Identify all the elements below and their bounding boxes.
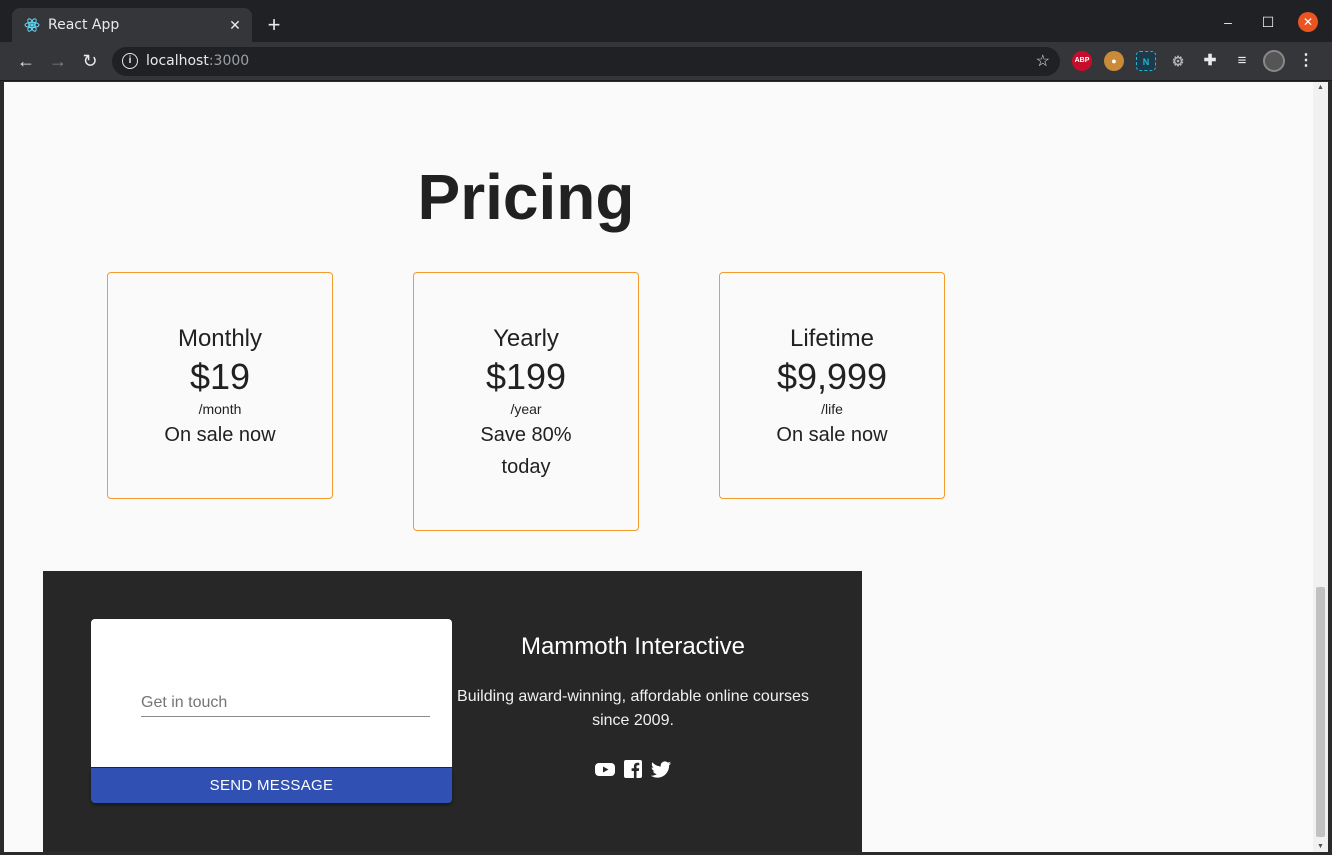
plan-period: /life [821,401,843,417]
n-extension-icon[interactable]: N [1136,51,1156,71]
maximize-window-button[interactable]: ☐ [1258,12,1278,32]
address-url: localhost:3000 [146,53,249,69]
extensions-puzzle-icon[interactable]: ✚ [1200,51,1220,71]
site-info-icon[interactable]: i [122,53,138,69]
cookie-extension-icon[interactable]: ● [1104,51,1124,71]
site-footer: SEND MESSAGE Mammoth Interactive Buildin… [43,571,862,852]
plan-period: /month [198,401,242,417]
company-tagline: Building award-winning, affordable onlin… [457,688,809,729]
bookmark-star-icon[interactable]: ☆ [1036,51,1050,71]
twitter-icon[interactable] [650,759,672,779]
plan-name: Lifetime [789,325,875,352]
address-bar[interactable]: i localhost:3000 ☆ [112,47,1060,76]
tab-react-app[interactable]: React App ✕ [12,8,252,42]
plan-note: On sale now [776,424,888,446]
scroll-down-arrow-icon[interactable]: ▼ [1317,843,1324,850]
tab-strip: React App ✕ + – ☐ ✕ [0,0,1332,42]
minimize-window-button[interactable]: – [1218,12,1238,32]
browser-chrome: React App ✕ + – ☐ ✕ ← → ↻ i localhost:30… [0,0,1332,81]
page-title: Pricing [417,161,635,233]
contact-form [91,619,452,767]
page-viewport: Pricing Monthly $19 /month On sale now Y… [4,82,1313,852]
contact-message-input[interactable] [141,689,430,717]
forward-arrow-icon[interactable]: → [47,50,69,72]
tab-title: React App [48,17,120,33]
plan-name: Yearly [493,325,559,352]
plan-card-monthly: Monthly $19 /month On sale now [107,272,333,499]
social-links [452,759,814,779]
plan-price: $199 [485,356,567,397]
react-icon [24,18,40,32]
adblock-plus-icon[interactable]: ABP [1072,51,1092,71]
url-port: :3000 [208,53,250,69]
youtube-icon[interactable] [594,759,616,779]
plan-note: On sale now [164,424,276,446]
plan-price: $19 [189,356,251,397]
company-name: Mammoth Interactive [520,633,746,660]
browser-toolbar: ← → ↻ i localhost:3000 ☆ ABP ● N ⚙ ✚ ≡ ⋮ [0,42,1332,81]
reload-icon[interactable]: ↻ [79,50,101,72]
plan-card-lifetime: Lifetime $9,999 /life On sale now [719,272,945,499]
scrollbar-thumb[interactable] [1316,587,1325,837]
send-message-button[interactable]: SEND MESSAGE [91,768,452,803]
close-window-button[interactable]: ✕ [1298,12,1318,32]
plan-name: Monthly [177,325,263,352]
plan-note: Save 80% today [480,424,572,478]
plan-card-yearly: Yearly $199 /year Save 80% today [413,272,639,531]
media-control-icon[interactable]: ≡ [1232,51,1252,71]
browser-menu-icon[interactable]: ⋮ [1296,51,1316,71]
plan-price: $9,999 [776,356,888,397]
new-tab-button[interactable]: + [262,13,286,37]
close-tab-icon[interactable]: ✕ [226,16,244,34]
back-arrow-icon[interactable]: ← [15,50,37,72]
url-host: localhost [146,53,209,69]
window-border-right [1328,81,1332,855]
profile-avatar[interactable] [1263,50,1285,72]
developer-extension-icon[interactable]: ⚙ [1168,51,1188,71]
page-scrollbar[interactable]: ▲ ▼ [1313,82,1328,852]
plan-period: /year [510,401,542,417]
scroll-up-arrow-icon[interactable]: ▲ [1317,84,1324,91]
facebook-icon[interactable] [622,759,644,779]
